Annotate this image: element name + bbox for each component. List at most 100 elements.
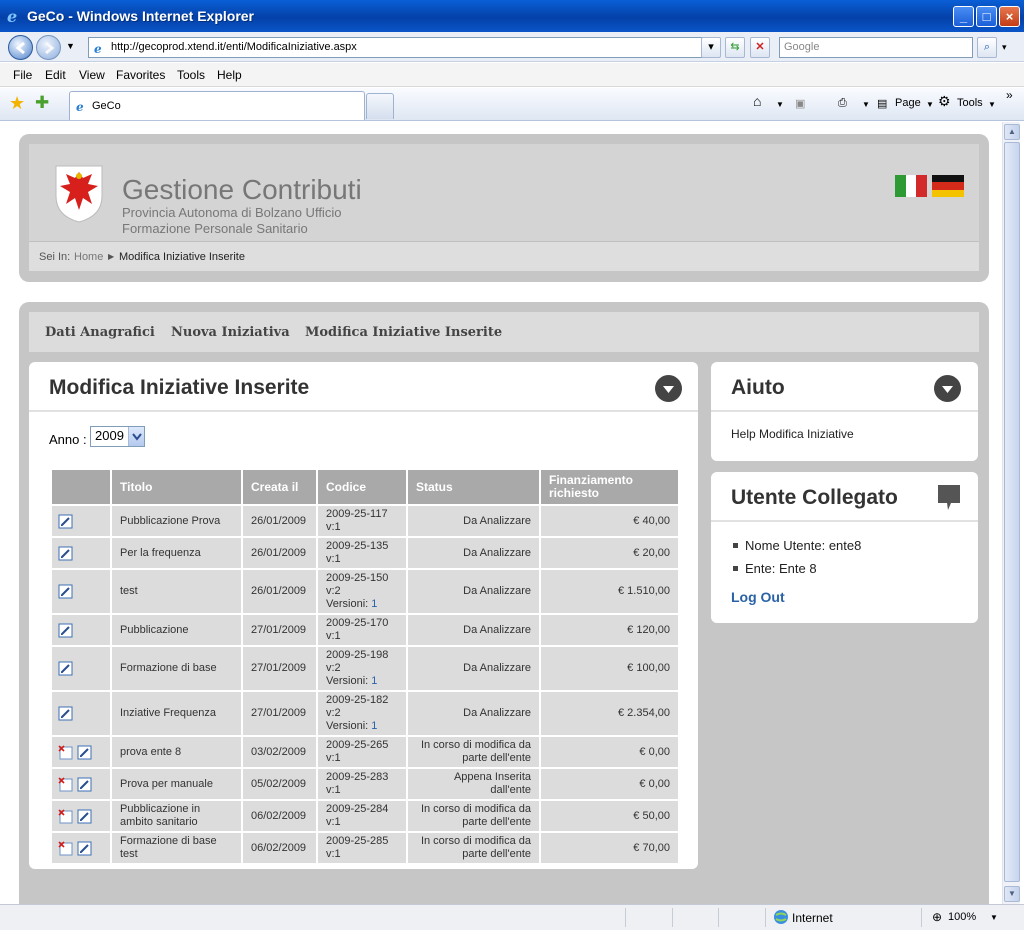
menu-favorites[interactable]: Favorites — [116, 68, 165, 82]
finanziamento-text: € 2.354,00 — [618, 707, 670, 719]
recent-pages-dropdown-icon[interactable]: ▼ — [66, 41, 75, 51]
status-text: Appena Inserita dall'ente — [453, 771, 531, 796]
titolo-text: Prova per manuale — [120, 777, 213, 790]
titolo-text: Pubblicazione — [120, 623, 189, 636]
tools-menu[interactable]: Tools — [957, 97, 983, 109]
menu-bar: File Edit View Favorites Tools Help — [0, 63, 1024, 87]
url-field[interactable]: e http://gecoprod.xtend.it/enti/Modifica… — [88, 37, 718, 58]
edit-icon[interactable] — [77, 745, 92, 760]
row-actions — [50, 645, 112, 692]
new-tab-button[interactable] — [366, 93, 394, 119]
menu-help[interactable]: Help — [217, 68, 242, 82]
tab-geco[interactable]: e GeCo — [69, 91, 365, 120]
help-collapse-chevron-icon[interactable] — [934, 375, 961, 402]
stop-button[interactable]: ✕ — [750, 37, 770, 58]
finanziamento-text: € 120,00 — [627, 623, 670, 636]
chevron-more-icon[interactable]: » — [1006, 88, 1013, 102]
italian-flag-icon[interactable] — [895, 175, 927, 197]
scroll-up-icon[interactable]: ▲ — [1004, 124, 1020, 140]
home-icon[interactable]: ⌂ — [753, 93, 761, 109]
versione-text: v:1 — [326, 521, 341, 533]
cell-codice: 2009-25-150 v:2 Versioni: 1 — [316, 568, 408, 615]
creata-text: 05/02/2009 — [251, 777, 307, 790]
edit-icon[interactable] — [77, 809, 92, 824]
scroll-thumb[interactable] — [1004, 142, 1020, 882]
maximize-button[interactable]: □ — [976, 6, 997, 27]
cell-codice: 2009-25-170 v:1 — [316, 613, 408, 647]
search-options-icon[interactable]: ▾ — [1002, 42, 1007, 53]
refresh-button[interactable]: ⇆ — [725, 37, 745, 58]
finanziamento-text: € 40,00 — [633, 514, 670, 527]
minimize-button[interactable]: _ — [953, 6, 974, 27]
versioni-label: Versioni: — [326, 598, 369, 610]
forward-button[interactable] — [36, 35, 61, 60]
tools-dropdown-icon[interactable]: ▼ — [988, 100, 996, 109]
col-actions — [50, 468, 112, 506]
cell-status: Da Analizzare — [406, 536, 541, 570]
print-icon[interactable]: ⎙ — [838, 97, 847, 110]
zoom-dropdown-icon[interactable]: ▼ — [990, 913, 998, 922]
nav-nuova-iniziativa[interactable]: Nuova Iniziativa — [171, 325, 290, 340]
edit-icon[interactable] — [58, 706, 73, 721]
menu-edit[interactable]: Edit — [45, 68, 66, 82]
back-button[interactable] — [8, 35, 33, 60]
creata-text: 27/01/2009 — [251, 623, 307, 636]
delete-icon[interactable] — [58, 808, 73, 824]
forward-arrow-icon — [45, 41, 55, 55]
vertical-scrollbar[interactable]: ▲ ▼ — [1002, 122, 1020, 904]
creata-text: 06/02/2009 — [251, 841, 307, 854]
edit-icon[interactable] — [77, 777, 92, 792]
close-button[interactable]: × — [999, 6, 1020, 27]
row-actions — [50, 799, 112, 833]
anno-dropdown-icon[interactable] — [128, 427, 144, 446]
nav-modifica-iniziative[interactable]: Modifica Iniziative Inserite — [305, 325, 502, 340]
url-dropdown-button[interactable]: ▾ — [701, 37, 721, 58]
feeds-icon[interactable]: ▣ — [795, 97, 805, 110]
anno-select-value: 2009 — [95, 428, 124, 443]
cell-titolo: Prova per manuale — [110, 767, 243, 801]
menu-view[interactable]: View — [79, 68, 105, 82]
codice-text: 2009-25-198 — [326, 649, 389, 661]
anno-label: Anno : — [49, 432, 87, 447]
add-favorites-icon[interactable]: ✚ — [35, 93, 49, 113]
edit-icon[interactable] — [58, 514, 73, 529]
finanziamento-text: € 100,00 — [627, 662, 670, 674]
delete-icon[interactable] — [58, 776, 73, 792]
cell-status: Da Analizzare — [406, 613, 541, 647]
page-viewport: Gestione Contributi Provincia Autonoma d… — [0, 122, 1002, 904]
initiatives-table: Titolo Creata il Codice Status Finanziam… — [50, 468, 680, 865]
collapse-chevron-icon[interactable] — [655, 375, 682, 402]
versioni-link[interactable]: 1 — [371, 598, 377, 610]
versioni-link[interactable]: 1 — [371, 675, 377, 687]
nav-dati-anagrafici[interactable]: Dati Anagrafici — [45, 325, 155, 340]
anno-select[interactable]: 2009 — [90, 426, 145, 447]
edit-icon[interactable] — [58, 546, 73, 561]
menu-file[interactable]: File — [13, 68, 32, 82]
versioni-link[interactable]: 1 — [371, 720, 377, 732]
zoom-level[interactable]: 100% — [948, 911, 976, 923]
breadcrumb: Sei In: Home ▶ Modifica Iniziative Inser… — [29, 241, 979, 271]
edit-icon[interactable] — [58, 623, 73, 638]
favorites-star-icon[interactable]: ★ — [9, 93, 25, 114]
edit-icon[interactable] — [58, 661, 73, 676]
breadcrumb-home-link[interactable]: Home — [74, 251, 103, 263]
delete-icon[interactable] — [58, 840, 73, 856]
home-dropdown-icon[interactable]: ▼ — [776, 100, 784, 109]
cell-creata: 05/02/2009 — [241, 767, 318, 801]
german-flag-icon[interactable] — [932, 175, 964, 197]
search-input[interactable]: Google — [779, 37, 973, 58]
page-dropdown-icon[interactable]: ▼ — [926, 100, 934, 109]
print-dropdown-icon[interactable]: ▼ — [862, 100, 870, 109]
edit-icon[interactable] — [58, 584, 73, 599]
delete-icon[interactable] — [58, 744, 73, 760]
edit-icon[interactable] — [77, 841, 92, 856]
cell-finanziamento: € 100,00 — [539, 645, 680, 692]
scroll-down-icon[interactable]: ▼ — [1004, 886, 1020, 902]
help-text[interactable]: Help Modifica Iniziative — [731, 427, 854, 441]
search-icon[interactable]: ⌕ — [977, 37, 997, 58]
page-menu[interactable]: Page — [895, 97, 921, 109]
menu-tools[interactable]: Tools — [177, 68, 205, 82]
cell-status: Da Analizzare — [406, 504, 541, 538]
logout-link[interactable]: Log Out — [731, 589, 785, 605]
titolo-text: Per la frequenza — [120, 546, 201, 559]
